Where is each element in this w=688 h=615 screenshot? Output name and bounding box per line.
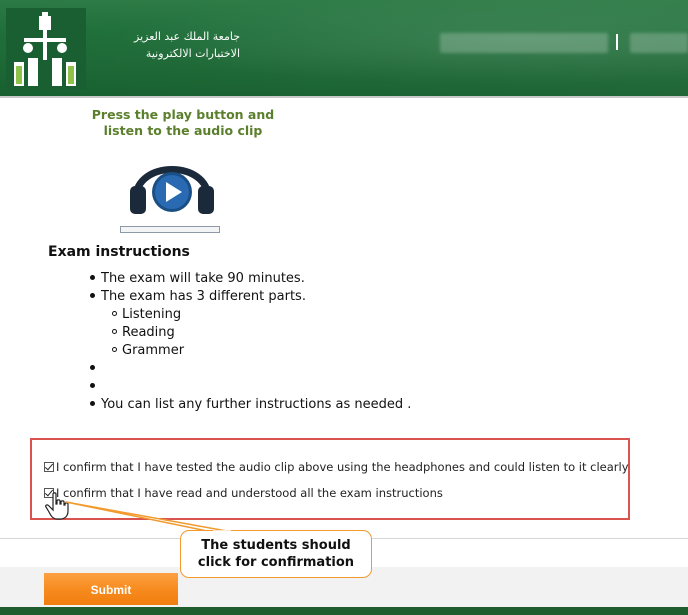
sub-list-item: Grammer bbox=[90, 342, 411, 360]
confirm-audio-checkbox[interactable] bbox=[44, 462, 54, 472]
submit-button[interactable]: Submit bbox=[44, 573, 178, 605]
list-item: The exam has 3 different parts. bbox=[90, 288, 411, 306]
list-item bbox=[90, 360, 411, 378]
callout-annotation: The students should click for confirmati… bbox=[180, 530, 372, 578]
confirm-audio-row[interactable]: I confirm that I have tested the audio c… bbox=[44, 460, 629, 474]
confirm-instructions-label: I confirm that I have read and understoo… bbox=[56, 486, 443, 500]
audio-prompt: Press the play button and listen to the … bbox=[91, 107, 275, 138]
university-logo-icon bbox=[6, 8, 86, 90]
sub-list-item: Listening bbox=[90, 306, 411, 324]
exam-page: جامعة الملك عبد العزيز الاختبارات الالكت… bbox=[0, 0, 688, 615]
instructions-title: Exam instructions bbox=[48, 244, 190, 260]
list-item bbox=[90, 378, 411, 396]
sub-list-item: Reading bbox=[90, 324, 411, 342]
list-item: The exam will take 90 minutes. bbox=[90, 270, 411, 288]
confirmation-box: I confirm that I have tested the audio c… bbox=[30, 438, 630, 520]
system-name: الاختبارات الالكترونية bbox=[145, 47, 240, 60]
university-name: جامعة الملك عبد العزيز bbox=[134, 30, 240, 43]
university-title: جامعة الملك عبد العزيز الاختبارات الالكت… bbox=[100, 28, 240, 62]
header-separator bbox=[616, 34, 618, 50]
hand-cursor-icon bbox=[45, 492, 69, 520]
user-meta-blurred bbox=[630, 33, 688, 53]
user-info-blurred bbox=[440, 33, 608, 53]
site-header: جامعة الملك عبد العزيز الاختبارات الالكت… bbox=[0, 0, 688, 98]
instructions-list: The exam will take 90 minutes. The exam … bbox=[90, 270, 411, 414]
headphones-play-icon[interactable] bbox=[122, 146, 222, 218]
list-item: You can list any further instructions as… bbox=[90, 396, 411, 414]
footer-bar bbox=[0, 607, 688, 615]
confirm-instructions-row[interactable]: I confirm that I have read and understoo… bbox=[44, 486, 443, 500]
audio-progress-bar[interactable] bbox=[120, 226, 220, 233]
confirm-audio-label: I confirm that I have tested the audio c… bbox=[56, 460, 629, 474]
